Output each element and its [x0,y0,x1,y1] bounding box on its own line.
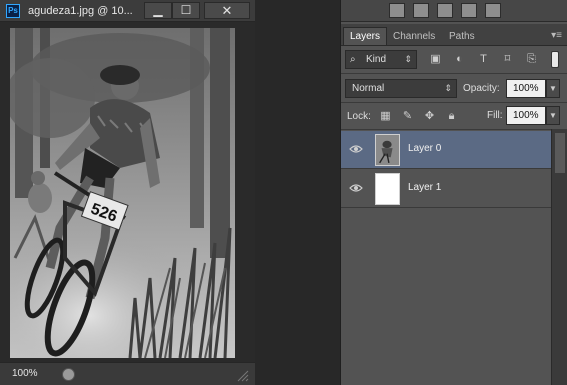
blend-mode-value: Normal [352,83,385,94]
document-title: agudeza1.jpg @ 10... [28,5,133,17]
blend-row: Normal ⇕ Opacity: 100% ▼ [341,76,567,102]
maximize-button[interactable]: ☐ [172,2,200,19]
document-statusbar: 100% [0,362,255,385]
workspace: Ps agudeza1.jpg @ 10... ▁ ☐ ✕ 526 100% L… [0,0,567,385]
panel-menu-icon[interactable]: ▾≡ [551,30,562,41]
zoom-level[interactable]: 100% [12,368,38,379]
lock-position-icon[interactable]: ✥ [423,110,436,123]
selective-color-icon[interactable] [485,3,501,18]
tab-channels[interactable]: Channels [387,28,441,46]
document-titlebar[interactable]: Ps agudeza1.jpg @ 10... ▁ ☐ ✕ [0,0,255,22]
divider [341,129,567,130]
photoshop-app-icon: Ps [6,4,20,18]
filter-kind-select[interactable]: Kind ⌕ ⇕ [345,50,417,69]
opacity-input[interactable]: 100% [506,79,546,98]
layers-scrollbar[interactable] [551,129,567,385]
levels-icon[interactable] [389,3,405,18]
chevron-updown-icon: ⇕ [404,54,412,64]
layer-thumbnail [375,134,400,166]
minimize-button[interactable]: ▁ [144,2,172,19]
layer-thumbnail [375,173,400,205]
cyclist-photo: 526 [10,28,235,358]
status-info-icon[interactable] [62,368,75,381]
panel-tabs: Layers Channels Paths ▾≡ [341,24,567,46]
chevron-updown-icon: ⇕ [444,83,452,93]
layer-row-layer-1[interactable]: Layer 1 [341,170,551,208]
layers-panel: Layers Channels Paths ▾≡ Kind ⌕ ⇕ ▣ ◐ T … [340,0,567,385]
document-canvas[interactable]: 526 [0,22,255,362]
lock-transparency-icon[interactable]: ▦ [379,110,392,123]
search-icon: ⌕ [350,54,356,65]
filter-toggle-switch[interactable] [551,51,559,68]
adjustments-toolstrip [341,0,567,22]
exposure-icon[interactable] [437,3,453,18]
type-filter-icon[interactable]: T [477,53,490,66]
blend-mode-select[interactable]: Normal ⇕ [345,79,457,98]
scrollbar-thumb[interactable] [555,133,565,173]
lock-all-icon[interactable]: 🔒︎ [445,110,458,123]
layer-row-layer-0[interactable]: Layer 0 [341,131,551,169]
layer-name: Layer 1 [408,182,442,193]
resize-grip-icon[interactable] [237,370,249,382]
lock-label: Lock: [347,111,371,122]
opacity-value: 100% [513,83,539,94]
fill-input[interactable]: 100% [506,106,546,125]
filter-kind-label: Kind [366,54,387,65]
gradient-map-icon[interactable] [461,3,477,18]
visibility-eye-icon[interactable] [349,182,363,194]
divider [341,73,567,74]
fill-label: Fill: [487,110,503,121]
filter-row: Kind ⌕ ⇕ ▣ ◐ T ⌑ ⎘ [341,47,567,73]
shape-filter-icon[interactable]: ⌑ [501,53,514,66]
adjustment-filter-icon[interactable]: ◐ [453,53,466,66]
opacity-label: Opacity: [463,83,500,94]
tab-paths[interactable]: Paths [443,28,481,46]
lock-row: Lock: ▦ ✎ ✥ 🔒︎ Fill: 100% ▼ [341,103,567,129]
fill-dropdown-button[interactable]: ▼ [546,106,560,125]
layer-thumbnail-image [376,135,399,165]
smart-object-filter-icon[interactable]: ⎘ [525,53,538,66]
curves-icon[interactable] [413,3,429,18]
visibility-eye-icon[interactable] [349,143,363,155]
close-button[interactable]: ✕ [204,2,250,19]
image-filter-icon[interactable]: ▣ [429,53,442,66]
fill-value: 100% [513,110,539,121]
tab-layers[interactable]: Layers [343,27,388,45]
workspace-gutter [256,0,340,385]
lock-pixels-icon[interactable]: ✎ [401,110,414,123]
layer-name: Layer 0 [408,143,442,154]
opacity-dropdown-button[interactable]: ▼ [546,79,560,98]
document-window: Ps agudeza1.jpg @ 10... ▁ ☐ ✕ 526 100% [0,0,255,385]
